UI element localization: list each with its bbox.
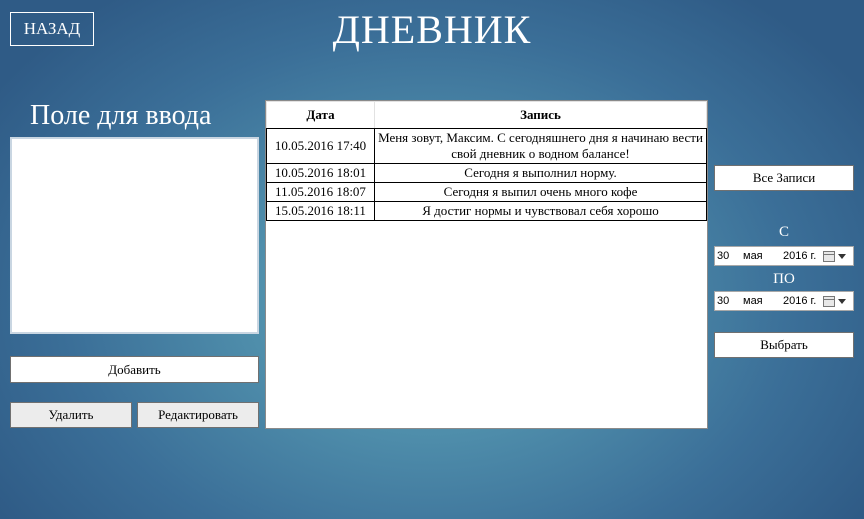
to-label: ПО bbox=[773, 271, 795, 287]
from-year[interactable]: 2016 г. bbox=[783, 250, 823, 262]
row-entry: Сегодня я выполнил норму. bbox=[374, 163, 707, 183]
column-header-entry[interactable]: Запись bbox=[374, 101, 707, 129]
table-row[interactable]: 11.05.2016 18:07 Сегодня я выпил очень м… bbox=[266, 182, 707, 202]
to-date-picker[interactable]: 30 мая 2016 г. bbox=[714, 291, 854, 311]
to-month[interactable]: мая bbox=[743, 295, 783, 307]
page-title: ДНЕВНИК bbox=[332, 7, 532, 52]
row-date: 11.05.2016 18:07 bbox=[266, 182, 375, 202]
table-row[interactable]: 10.05.2016 17:40 Меня зовут, Максим. С с… bbox=[266, 128, 707, 164]
row-date: 10.05.2016 17:40 bbox=[266, 128, 375, 164]
to-day[interactable]: 30 bbox=[717, 295, 743, 307]
all-entries-button[interactable]: Все Записи bbox=[714, 165, 854, 191]
calendar-icon[interactable] bbox=[823, 295, 835, 307]
calendar-icon[interactable] bbox=[823, 250, 835, 262]
add-button[interactable]: Добавить bbox=[10, 356, 259, 383]
from-day[interactable]: 30 bbox=[717, 250, 743, 262]
chevron-down-icon[interactable] bbox=[838, 298, 846, 304]
table-row[interactable]: 15.05.2016 18:11 Я достиг нормы и чувств… bbox=[266, 201, 707, 221]
from-month[interactable]: мая bbox=[743, 250, 783, 262]
row-entry: Меня зовут, Максим. С сегодняшнего дня я… bbox=[374, 128, 707, 164]
table-header-row: Дата Запись bbox=[266, 101, 707, 129]
diary-table-panel: Дата Запись 10.05.2016 17:40 Меня зовут,… bbox=[265, 100, 708, 429]
to-year[interactable]: 2016 г. bbox=[783, 295, 823, 307]
select-button[interactable]: Выбрать bbox=[714, 332, 854, 358]
column-header-date[interactable]: Дата bbox=[266, 101, 375, 129]
diary-entry-input[interactable] bbox=[10, 137, 259, 334]
row-entry: Я достиг нормы и чувствовал себя хорошо bbox=[374, 201, 707, 221]
delete-button[interactable]: Удалить bbox=[10, 402, 132, 428]
table-row[interactable]: 10.05.2016 18:01 Сегодня я выполнил норм… bbox=[266, 163, 707, 183]
row-date: 15.05.2016 18:11 bbox=[266, 201, 375, 221]
row-date: 10.05.2016 18:01 bbox=[266, 163, 375, 183]
input-field-label: Поле для ввода bbox=[30, 100, 212, 131]
chevron-down-icon[interactable] bbox=[838, 253, 846, 259]
edit-button[interactable]: Редактировать bbox=[137, 402, 259, 428]
diary-table: Дата Запись 10.05.2016 17:40 Меня зовут,… bbox=[266, 101, 707, 221]
from-label: С bbox=[778, 224, 789, 240]
from-date-picker[interactable]: 30 мая 2016 г. bbox=[714, 246, 854, 266]
row-entry: Сегодня я выпил очень много кофе bbox=[374, 182, 707, 202]
